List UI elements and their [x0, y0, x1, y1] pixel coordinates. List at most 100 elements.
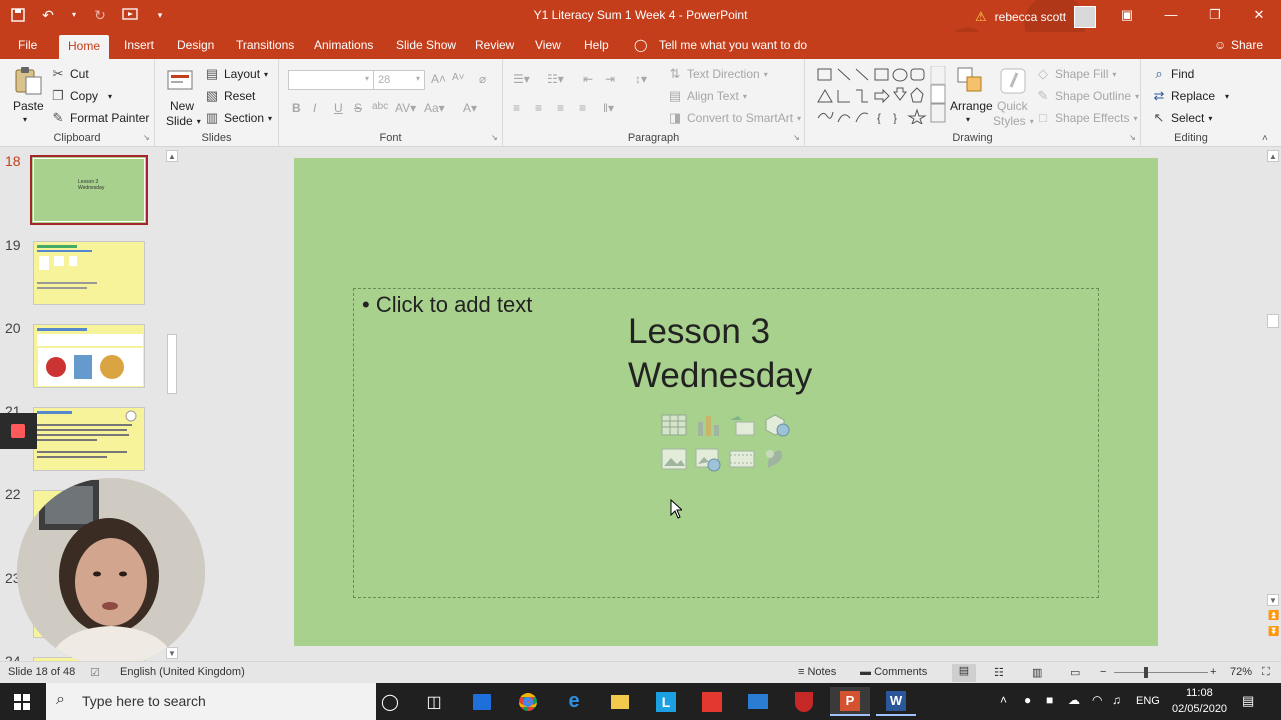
slide-show-icon[interactable]: ▭ [1070, 666, 1080, 679]
zoom-level[interactable]: 72% [1230, 666, 1252, 678]
account-area[interactable]: ⚠ rebecca scott [975, 6, 1097, 28]
insert-picture-icon[interactable] [660, 446, 688, 472]
spelling-check-icon[interactable]: ☑ [90, 666, 100, 679]
layout-button[interactable]: ▤ Layout ▾ [204, 66, 268, 82]
redo-icon[interactable]: ↻ [92, 7, 108, 23]
minimize-button[interactable]: — [1149, 0, 1193, 32]
arrange-button[interactable]: Arrange [950, 99, 993, 113]
new-slide-label-1[interactable]: New [170, 99, 194, 113]
reading-view-icon[interactable]: ▥ [1032, 666, 1042, 679]
paste-icon[interactable] [12, 65, 44, 97]
notifications-icon[interactable]: ▤ [1242, 693, 1254, 720]
line-spacing-icon[interactable]: ↕▾ [635, 72, 647, 86]
placeholder-prompt[interactable]: • Click to add text [362, 292, 532, 318]
change-case-icon[interactable]: Aa▾ [424, 101, 445, 115]
format-painter-button[interactable]: ✎ Format Painter [50, 110, 150, 126]
text-shadow-icon[interactable]: abc [372, 101, 388, 112]
align-text-button[interactable]: ▤ Align Text ▾ [667, 88, 747, 104]
insert-table-icon[interactable] [660, 412, 688, 438]
user-avatar[interactable] [1074, 6, 1097, 28]
shapes-gallery[interactable]: { } [813, 65, 953, 126]
close-button[interactable]: ✕ [1237, 0, 1281, 32]
cut-button[interactable]: ✂ Cut [50, 66, 89, 82]
shape-fill-button[interactable]: ◇ Shape Fill ▾ [1035, 66, 1116, 82]
shape-outline-button[interactable]: ✎ Shape Outline ▾ [1035, 88, 1140, 104]
slide-scrollbar-thumb[interactable] [1267, 314, 1279, 328]
show-hidden-icons-icon[interactable]: ˄ [1000, 693, 1007, 720]
select-button[interactable]: ↖ Select ▾ [1151, 110, 1213, 126]
save-icon[interactable] [10, 7, 26, 23]
user-name[interactable]: rebecca scott [995, 10, 1066, 24]
tab-review[interactable]: Review [475, 38, 514, 52]
powerpoint-app-icon[interactable]: P [830, 687, 870, 716]
decrease-indent-icon[interactable]: ⇤ [583, 72, 593, 86]
fit-to-window-icon[interactable]: ⛶ [1262, 666, 1270, 679]
taskbar-search-box[interactable]: ⌕ Type here to search [46, 683, 376, 720]
justify-icon[interactable]: ≡ [579, 101, 586, 115]
slide-title-text[interactable]: Lesson 3 Wednesday [628, 310, 812, 398]
slide-thumbnail-19[interactable] [33, 241, 145, 305]
recording-indicator[interactable] [0, 413, 37, 449]
quick-styles-label-1[interactable]: Quick [997, 99, 1028, 113]
zoom-in-icon[interactable]: + [1210, 666, 1216, 678]
microphone-icon[interactable]: ● [1024, 693, 1031, 720]
normal-view-icon[interactable]: ▤ [952, 664, 976, 682]
comments-button[interactable]: ▬ Comments [860, 666, 927, 678]
tab-design[interactable]: Design [177, 38, 214, 52]
store-app-icon[interactable] [462, 687, 502, 716]
clock-date[interactable]: 02/05/2020 [1172, 703, 1227, 720]
increase-font-size-icon[interactable]: A˄ [431, 72, 446, 86]
insert-video-icon[interactable] [728, 446, 756, 472]
language-indicator[interactable]: English (United Kingdom) [120, 666, 245, 678]
increase-indent-icon[interactable]: ⇥ [605, 72, 615, 86]
onedrive-icon[interactable]: ☁ [1068, 693, 1080, 720]
video-icon[interactable]: ■ [1046, 693, 1053, 720]
tab-animations[interactable]: Animations [314, 38, 373, 52]
share-icon[interactable]: ☺ [1214, 38, 1226, 52]
character-spacing-icon[interactable]: AV▾ [395, 101, 416, 115]
zoom-slider-handle[interactable] [1144, 667, 1148, 678]
font-launcher-icon[interactable]: ↘ [491, 133, 498, 142]
decrease-font-size-icon[interactable]: A˅ [452, 72, 465, 83]
insert-icons-icon[interactable] [762, 446, 790, 472]
tab-home[interactable]: Home [59, 35, 110, 59]
l-app-icon[interactable]: L [646, 687, 686, 716]
scrollbar-thumb[interactable] [167, 334, 177, 394]
undo-icon[interactable]: ↶ [40, 7, 56, 23]
task-view-icon[interactable]: ◫ [414, 687, 454, 716]
section-button[interactable]: ▥ Section ▾ [204, 110, 272, 126]
mail-app-icon[interactable] [738, 687, 778, 716]
arrange-icon[interactable] [955, 65, 987, 97]
drawing-launcher-icon[interactable]: ↘ [1129, 133, 1136, 142]
collapse-ribbon-icon[interactable]: ˄ [1262, 133, 1268, 144]
edge-app-icon[interactable]: e [554, 687, 594, 716]
columns-icon[interactable]: ‖▾ [603, 101, 614, 115]
copy-dropdown-icon[interactable]: ▾ [108, 92, 112, 101]
paragraph-launcher-icon[interactable]: ↘ [793, 133, 800, 142]
notes-button[interactable]: ≡ Notes [798, 666, 836, 678]
scroll-down-arrow-icon[interactable]: ▼ [166, 647, 178, 659]
slide-scroll-down-arrow-icon[interactable]: ▼ [1267, 594, 1279, 606]
next-slide-icon[interactable]: ⏬ [1268, 626, 1279, 637]
slide-thumbnail-21[interactable] [33, 407, 145, 471]
slide-scroll-up-arrow-icon[interactable]: ▲ [1267, 150, 1279, 162]
insert-3d-model-icon[interactable] [762, 412, 790, 438]
align-left-icon[interactable]: ≡ [513, 101, 520, 115]
zoom-out-icon[interactable]: − [1100, 666, 1106, 678]
paste-dropdown-icon[interactable]: ▾ [23, 115, 27, 124]
cortana-icon[interactable]: ◯ [370, 687, 410, 716]
ribbon-display-options-icon[interactable]: ▣ [1105, 0, 1149, 32]
new-slide-button[interactable]: Slide ▾ [166, 114, 201, 128]
shape-effects-button[interactable]: □ Shape Effects ▾ [1035, 110, 1137, 126]
align-right-icon[interactable]: ≡ [557, 101, 564, 115]
insert-smartart-icon[interactable] [728, 412, 756, 438]
undo-dropdown-icon[interactable]: ▾ [70, 7, 78, 23]
zoom-slider[interactable] [1114, 672, 1208, 673]
font-name-combo[interactable]: ▾ [288, 70, 374, 90]
scroll-up-arrow-icon[interactable]: ▲ [166, 150, 178, 162]
convert-smartart-button[interactable]: ◨ Convert to SmartArt ▾ [667, 110, 801, 126]
customize-toolbar-icon[interactable]: ▾ [152, 7, 168, 23]
previous-slide-icon[interactable]: ⏫ [1268, 610, 1279, 621]
bullets-icon[interactable]: ☰▾ [513, 72, 530, 86]
tab-transitions[interactable]: Transitions [236, 38, 294, 52]
